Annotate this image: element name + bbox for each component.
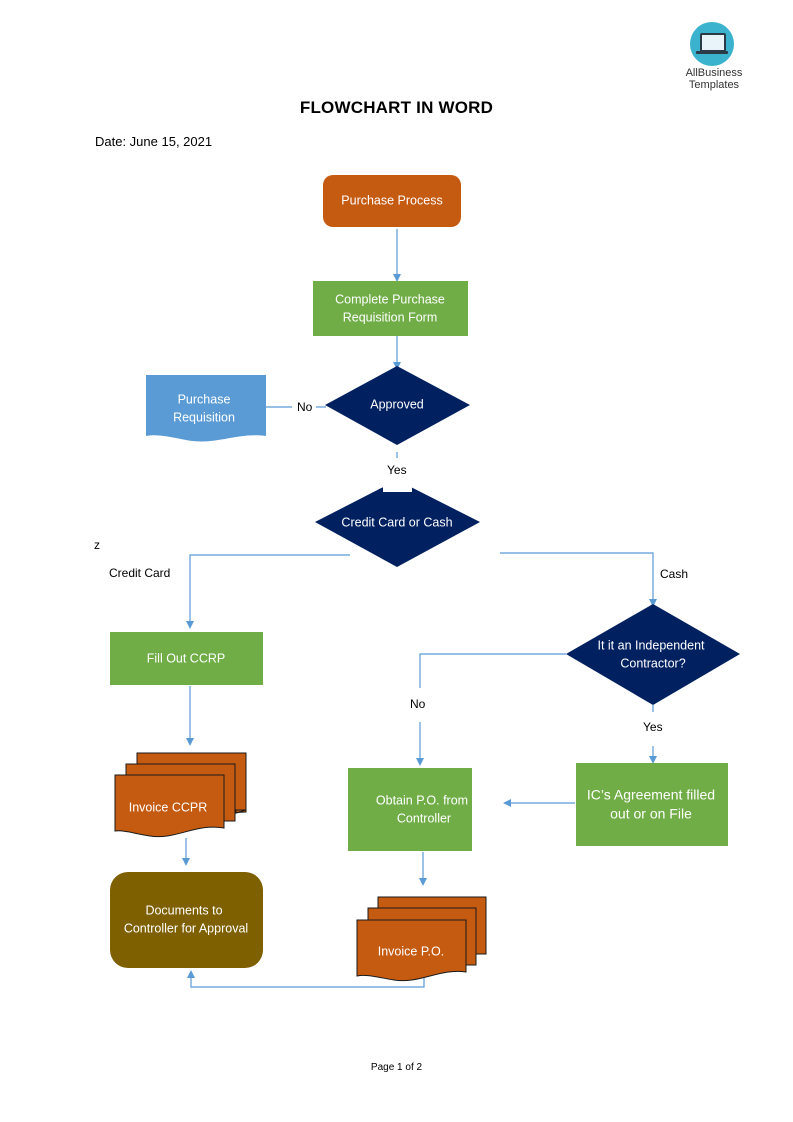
label-contractor-no: No: [410, 697, 426, 711]
node-text: Invoice CCPR: [129, 800, 208, 814]
node-obtain-po: Obtain P.O. from Controller: [348, 768, 472, 851]
node-text: Purchase Process: [341, 193, 442, 207]
connector-to-credit-card: [186, 554, 350, 629]
node-text-line2: Controller: [397, 811, 451, 825]
node-complete-form: Complete Purchase Requisition Form: [313, 281, 468, 336]
node-text: Approved: [370, 397, 424, 411]
node-invoice-po: Invoice P.O.: [356, 896, 487, 982]
node-text-line2: Controller for Approval: [124, 921, 248, 935]
node-text-line2: Contractor?: [620, 656, 685, 670]
connector-contractor-no: [419, 653, 566, 688]
page-footer: Page 1 of 2: [370, 1062, 423, 1073]
connector-to-cash: [500, 552, 657, 607]
node-text-line2: out or on File: [610, 806, 692, 822]
node-purchase-requisition: Purchase Requisition: [146, 375, 266, 442]
node-text-line1: Complete Purchase: [335, 292, 445, 306]
label-contractor-yes: Yes: [643, 720, 663, 734]
node-ic-agreement: IC’s Agreement filled out or on File: [576, 763, 728, 846]
node-purchase-process: Purchase Process: [323, 175, 461, 227]
flowchart: Purchase Process Complete Purchase Requi…: [110, 175, 740, 988]
connectors: [182, 229, 657, 988]
node-text: Credit Card or Cash: [341, 515, 452, 529]
node-invoice-ccpr: Invoice CCPR: [114, 752, 247, 838]
node-text-line1: Documents to: [145, 903, 222, 917]
node-text-line1: Obtain P.O. from: [376, 793, 468, 807]
node-text-line2: Requisition Form: [343, 310, 437, 324]
node-text-line1: Purchase: [178, 392, 231, 406]
label-credit-card: Credit Card: [109, 566, 171, 580]
label-approved-no: No: [297, 400, 313, 414]
node-approved-decision: Approved: [325, 366, 470, 445]
node-text: Fill Out CCRP: [147, 651, 225, 665]
node-fill-ccrp: Fill Out CCRP: [110, 632, 263, 685]
node-cc-or-cash-decision: Credit Card or Cash: [315, 478, 480, 567]
node-independent-decision: It it an Independent Contractor?: [566, 604, 740, 705]
label-cash: Cash: [660, 567, 689, 581]
label-approved-yes: Yes: [387, 463, 407, 477]
node-text-line1: It it an Independent: [597, 638, 705, 652]
node-documents-controller: Documents to Controller for Approval: [110, 872, 263, 968]
node-text: Invoice P.O.: [378, 944, 444, 958]
node-text-line2: Requisition: [173, 410, 235, 424]
node-text-line1: IC’s Agreement filled: [587, 787, 715, 803]
